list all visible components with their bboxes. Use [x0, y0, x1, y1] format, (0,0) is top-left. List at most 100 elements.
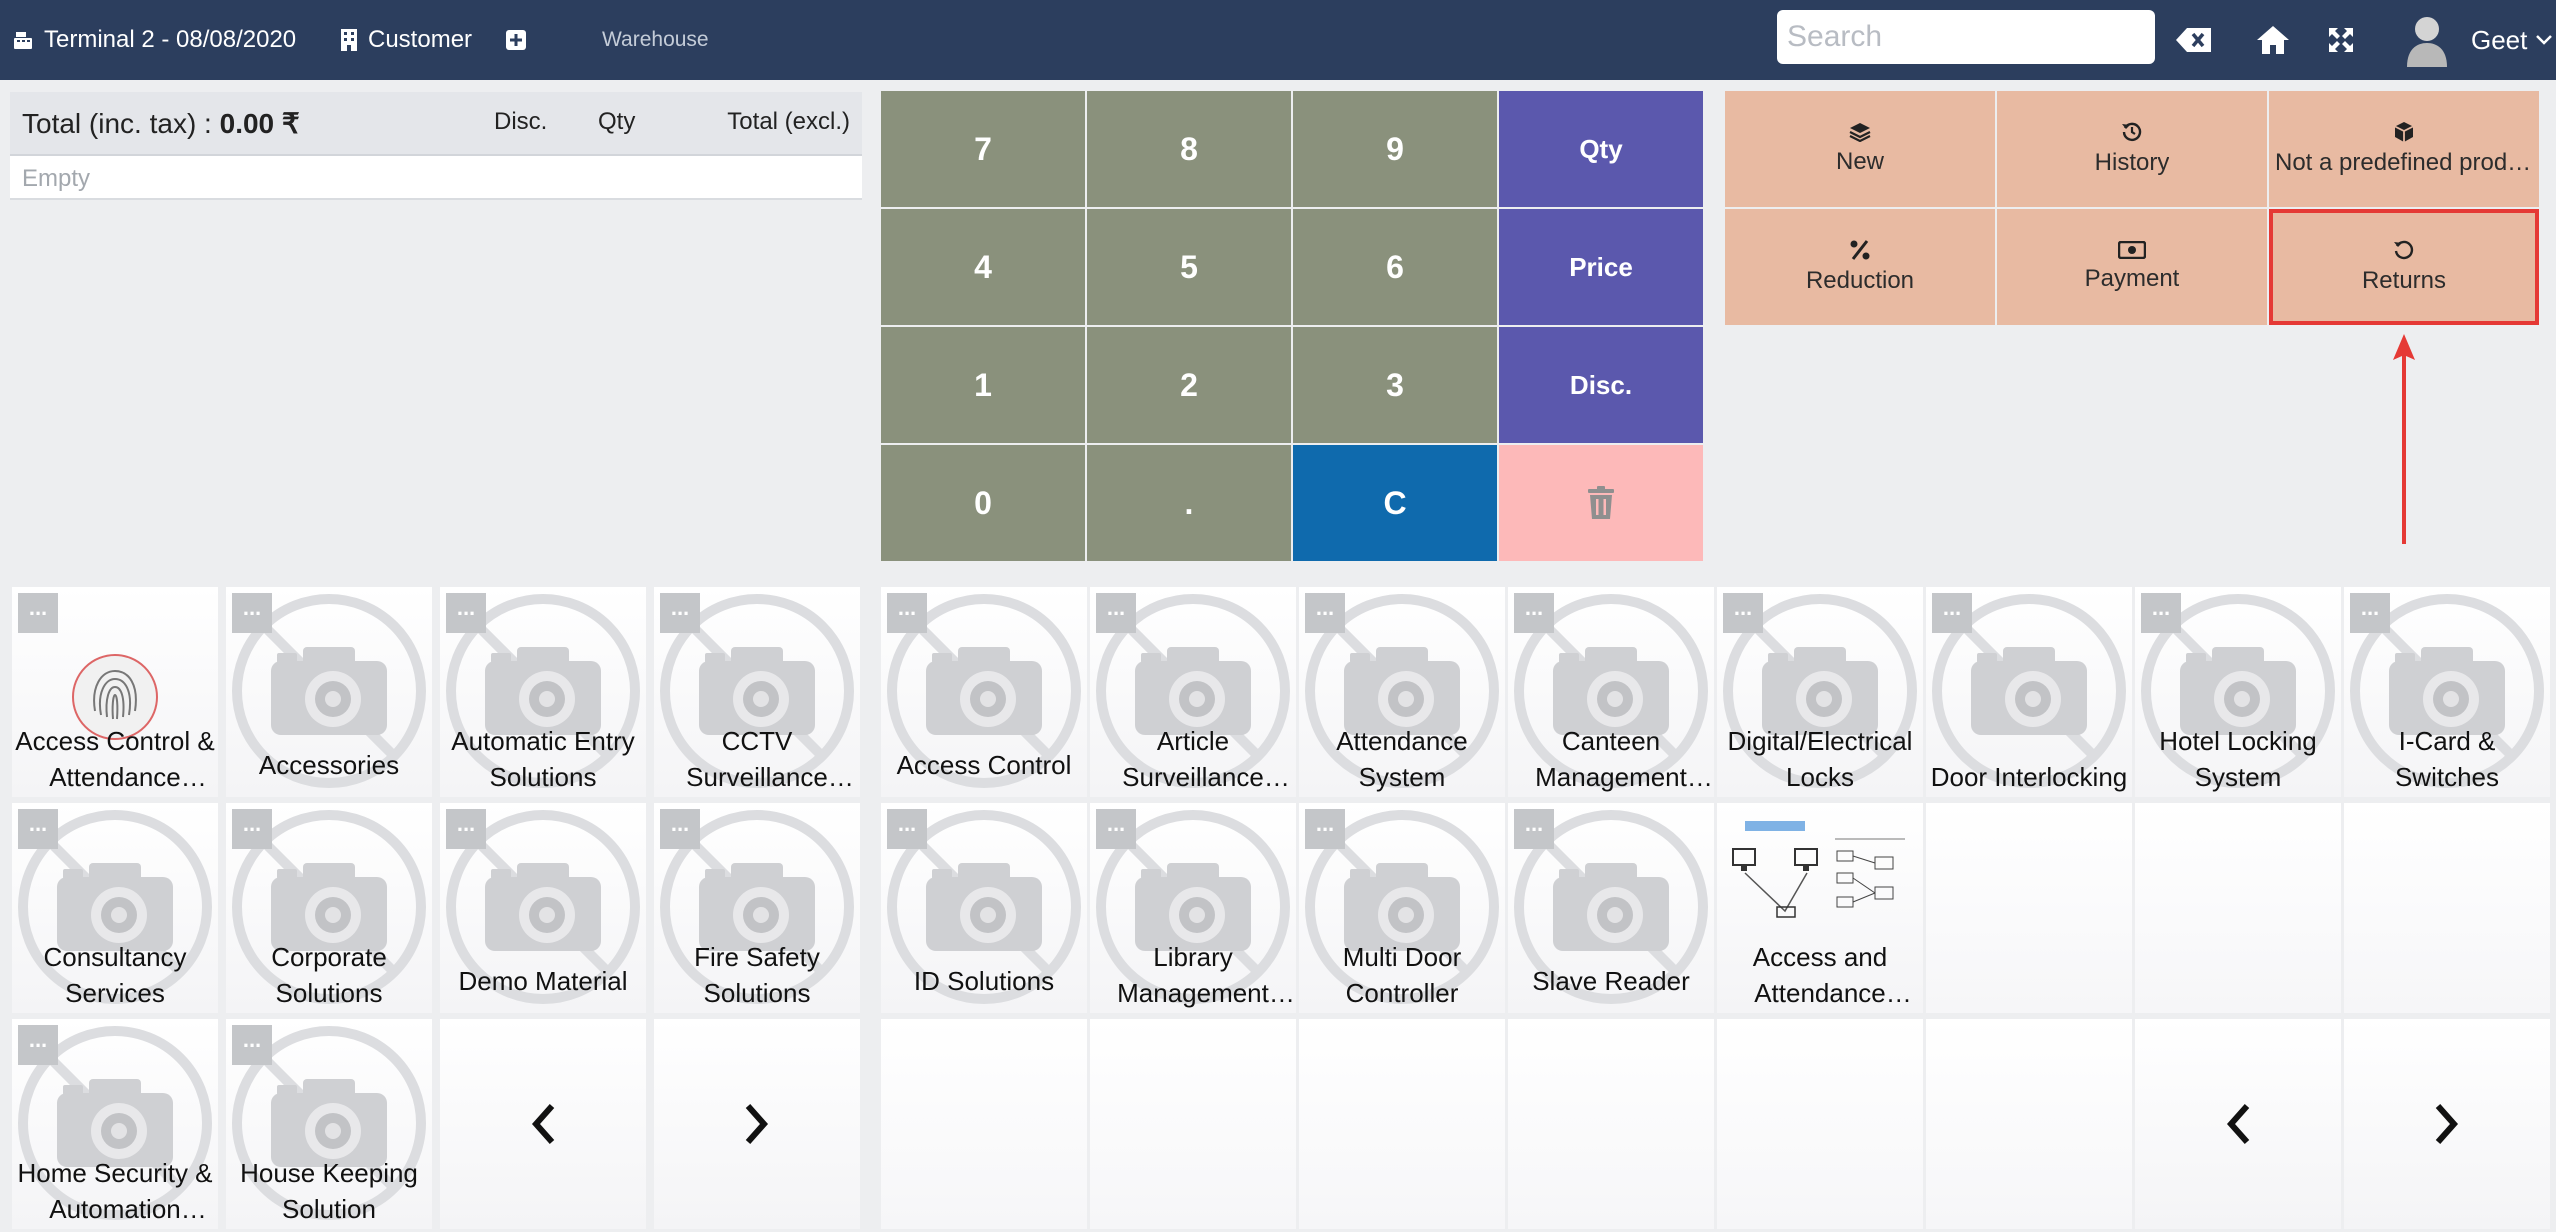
product-tile[interactable]: ... Hotel Locking System	[2135, 587, 2341, 797]
category-tile[interactable]: ... Corporate Solutions	[226, 803, 432, 1013]
more-options-button[interactable]: ...	[18, 1025, 58, 1065]
category-tile[interactable]: ... Home Security & Automation Systems	[12, 1019, 218, 1229]
more-options-button[interactable]: ...	[1305, 593, 1345, 633]
chevron-right-icon	[745, 1104, 769, 1144]
numpad-key-1[interactable]: 1	[881, 327, 1085, 443]
more-options-button[interactable]: ...	[660, 593, 700, 633]
more-options-button[interactable]: ...	[1096, 809, 1136, 849]
product-tile[interactable]: ... Access Control	[881, 587, 1087, 797]
category-tile[interactable]: ... House Keeping Solution	[226, 1019, 432, 1229]
tile-label: Access and Attendance Diagram	[1752, 942, 1888, 1008]
product-tile[interactable]: ... Multi Door Controller	[1299, 803, 1505, 1013]
product-tile[interactable]: ... I-Card & Switches	[2344, 587, 2550, 797]
diagram-thumbnail	[1732, 821, 1905, 918]
more-options-button[interactable]: ...	[18, 809, 58, 849]
not-predefined-label: Not a predefined product	[2275, 149, 2533, 176]
more-options-button[interactable]: ...	[1514, 809, 1554, 849]
category-tile[interactable]: ... Access Control & Attendance Systems	[12, 587, 218, 797]
user-menu[interactable]: Geet	[2405, 0, 2556, 80]
more-options-button[interactable]: ...	[887, 809, 927, 849]
clear-search-button[interactable]	[2175, 0, 2223, 80]
tile-label: Digital/Electrical Locks	[1727, 726, 1913, 792]
more-options-button[interactable]: ...	[232, 1025, 272, 1065]
category-tile[interactable]: ... Fire Safety Solutions	[654, 803, 860, 1013]
more-options-button[interactable]: ...	[232, 809, 272, 849]
customer-button[interactable]: Customer	[340, 0, 472, 80]
numpad-key-8[interactable]: 8	[1087, 91, 1291, 207]
money-bill-icon	[2118, 241, 2146, 259]
numpad-disc-button[interactable]: Disc.	[1499, 327, 1703, 443]
numpad-qty-button[interactable]: Qty	[1499, 91, 1703, 207]
more-options-button[interactable]: ...	[2141, 593, 2181, 633]
warehouse-label[interactable]: Warehouse	[602, 0, 709, 80]
new-order-button[interactable]: New	[1725, 91, 1995, 207]
add-customer-button[interactable]	[505, 0, 537, 80]
category-prev-page-button[interactable]	[440, 1019, 646, 1229]
red-arrow-annotation	[2393, 334, 2415, 544]
numpad-key-dot[interactable]: .	[1087, 445, 1291, 561]
undo-icon	[2394, 240, 2414, 260]
more-options-button[interactable]: ...	[18, 593, 58, 633]
category-tile[interactable]: ... CCTV Surveillance Systems	[654, 587, 860, 797]
category-tile[interactable]: ... Automatic Entry Solutions	[440, 587, 646, 797]
empty-tile	[1926, 1019, 2132, 1229]
empty-tile	[1090, 1019, 1296, 1229]
product-tile[interactable]: ... ID Solutions	[881, 803, 1087, 1013]
category-tile[interactable]: ... Accessories	[226, 587, 432, 797]
more-options-button[interactable]: ...	[1305, 809, 1345, 849]
not-predefined-product-button[interactable]: Not a predefined product	[2269, 91, 2539, 207]
numpad-delete-button[interactable]	[1499, 445, 1703, 561]
category-tile[interactable]: ... Demo Material	[440, 803, 646, 1013]
more-options-button[interactable]: ...	[2350, 593, 2390, 633]
product-tile[interactable]: ... Door Interlocking	[1926, 587, 2132, 797]
more-options-button[interactable]: ...	[232, 593, 272, 633]
plus-square-icon	[506, 30, 526, 50]
home-button[interactable]	[2255, 0, 2301, 80]
more-options-button[interactable]: ...	[887, 593, 927, 633]
numpad-key-3[interactable]: 3	[1293, 327, 1497, 443]
product-tile[interactable]: ... Article Surveillance Systems	[1090, 587, 1296, 797]
returns-button[interactable]: Returns	[2269, 209, 2539, 325]
reduction-button[interactable]: Reduction	[1725, 209, 1995, 325]
numpad-key-6[interactable]: 6	[1293, 209, 1497, 325]
product-tile[interactable]: ... Slave Reader	[1508, 803, 1714, 1013]
product-next-page-button[interactable]	[2344, 1019, 2550, 1229]
numpad-price-button[interactable]: Price	[1499, 209, 1703, 325]
more-options-button[interactable]: ...	[1514, 593, 1554, 633]
product-tile[interactable]: ... Library Management System	[1090, 803, 1296, 1013]
more-options-button[interactable]: ...	[446, 809, 486, 849]
tile-label: Corporate Solutions	[271, 942, 387, 1008]
category-next-page-button[interactable]	[654, 1019, 860, 1229]
tile-label: Hotel Locking System	[2159, 726, 2317, 792]
product-tile[interactable]: ... Digital/Electrical Locks	[1717, 587, 1923, 797]
numpad-key-9[interactable]: 9	[1293, 91, 1497, 207]
numpad-clear-button[interactable]: C	[1293, 445, 1497, 561]
numpad-key-0[interactable]: 0	[881, 445, 1085, 561]
order-summary-header: Total (inc. tax) : 0.00 ₹ Disc. Qty Tota…	[10, 92, 862, 156]
terminal-info[interactable]: Terminal 2 - 08/08/2020	[12, 0, 296, 80]
building-icon	[341, 29, 357, 51]
tile-label: Door Interlocking	[1930, 762, 2128, 792]
product-tile[interactable]: ... Canteen Management System	[1508, 587, 1714, 797]
numpad-key-7[interactable]: 7	[881, 91, 1085, 207]
numpad-key-5[interactable]: 5	[1087, 209, 1291, 325]
history-icon	[2122, 122, 2142, 142]
tile-label: Multi Door Controller	[1342, 942, 1462, 1008]
numpad-key-4[interactable]: 4	[881, 209, 1085, 325]
product-prev-page-button[interactable]	[2135, 1019, 2341, 1229]
numpad-key-2[interactable]: 2	[1087, 327, 1291, 443]
more-options-button[interactable]: ...	[660, 809, 700, 849]
fullscreen-button[interactable]	[2327, 0, 2365, 80]
history-button[interactable]: History	[1997, 91, 2267, 207]
product-tile[interactable]: Access and Attendance Diagram	[1717, 803, 1923, 1013]
more-options-button[interactable]: ...	[1096, 593, 1136, 633]
category-tile[interactable]: ... Consultancy Services	[12, 803, 218, 1013]
cube-icon	[2394, 122, 2414, 142]
product-tile[interactable]: ... Attendance System	[1299, 587, 1505, 797]
more-options-button[interactable]: ...	[446, 593, 486, 633]
search-input[interactable]	[1777, 10, 2155, 64]
more-options-button[interactable]: ...	[1932, 593, 1972, 633]
cash-register-icon	[14, 32, 32, 49]
payment-button[interactable]: Payment	[1997, 209, 2267, 325]
more-options-button[interactable]: ...	[1723, 593, 1763, 633]
